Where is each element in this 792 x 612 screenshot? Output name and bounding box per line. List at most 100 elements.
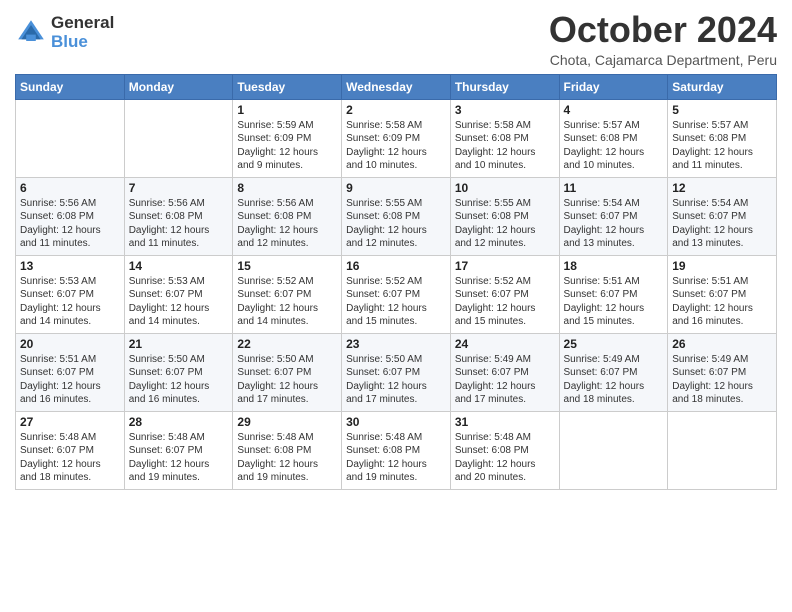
day-cell: 1 Sunrise: 5:59 AM Sunset: 6:09 PM Daylig… <box>233 99 342 177</box>
day-info: Sunrise: 5:52 AM Sunset: 6:07 PM Dayligh… <box>237 275 337 329</box>
day-info: Sunrise: 5:53 AM Sunset: 6:07 PM Dayligh… <box>129 275 229 329</box>
header: General Blue October 2024 Chota, Cajamar… <box>15 10 777 68</box>
col-sunday: Sunday <box>16 74 125 99</box>
day-cell: 8Sunrise: 5:56 AM Sunset: 6:08 PM Daylig… <box>233 177 342 255</box>
day-cell: 20Sunrise: 5:51 AM Sunset: 6:07 PM Dayli… <box>16 333 125 411</box>
day-cell: 5Sunrise: 5:57 AM Sunset: 6:08 PM Daylig… <box>668 99 777 177</box>
day-cell: 29 Sunrise: 5:48 AM Sunset: 6:08 PM Dayli… <box>233 411 342 489</box>
col-monday: Monday <box>124 74 233 99</box>
day-cell: 2 Sunrise: 5:58 AM Sunset: 6:09 PM Daylig… <box>342 99 451 177</box>
day-info: Sunrise: 5:55 AM Sunset: 6:08 PM Dayligh… <box>346 197 446 251</box>
day-number: 26 <box>672 337 772 351</box>
day-number: 1 <box>237 103 337 117</box>
col-friday: Friday <box>559 74 668 99</box>
day-info: Sunrise: 5:59 AM Sunset: 6:09 PM Dayligh… <box>237 119 337 173</box>
col-wednesday: Wednesday <box>342 74 451 99</box>
day-number: 10 <box>455 181 555 195</box>
day-cell <box>124 99 233 177</box>
day-number: 7 <box>129 181 229 195</box>
day-number: 19 <box>672 259 772 273</box>
calendar: Sunday Monday Tuesday Wednesday Thursday… <box>15 74 777 490</box>
day-number: 28 <box>129 415 229 429</box>
day-cell: 6 Sunrise: 5:56 AM Sunset: 6:08 PM Daylig… <box>16 177 125 255</box>
day-info: Sunrise: 5:51 AM Sunset: 6:07 PM Dayligh… <box>672 275 772 329</box>
day-info: Sunrise: 5:50 AM Sunset: 6:07 PM Dayligh… <box>129 353 229 407</box>
day-number: 21 <box>129 337 229 351</box>
week-row-4: 20Sunrise: 5:51 AM Sunset: 6:07 PM Dayli… <box>16 333 777 411</box>
day-number: 3 <box>455 103 555 117</box>
day-info: Sunrise: 5:56 AM Sunset: 6:08 PM Dayligh… <box>20 197 120 251</box>
day-info: Sunrise: 5:55 AM Sunset: 6:08 PM Dayligh… <box>455 197 555 251</box>
month-title: October 2024 <box>549 10 777 50</box>
day-number: 2 <box>346 103 446 117</box>
day-number: 9 <box>346 181 446 195</box>
day-number: 6 <box>20 181 120 195</box>
day-info: Sunrise: 5:56 AM Sunset: 6:08 PM Dayligh… <box>237 197 337 251</box>
day-cell: 27 Sunrise: 5:48 AM Sunset: 6:07 PM Dayli… <box>16 411 125 489</box>
day-info: Sunrise: 5:48 AM Sunset: 6:08 PM Dayligh… <box>346 431 446 485</box>
logo: General Blue <box>15 14 114 51</box>
day-number: 16 <box>346 259 446 273</box>
day-cell: 25 Sunrise: 5:49 AM Sunset: 6:07 PM Dayli… <box>559 333 668 411</box>
day-cell: 13 Sunrise: 5:53 AM Sunset: 6:07 PM Dayli… <box>16 255 125 333</box>
subtitle: Chota, Cajamarca Department, Peru <box>549 52 777 68</box>
week-row-2: 6 Sunrise: 5:56 AM Sunset: 6:08 PM Daylig… <box>16 177 777 255</box>
day-cell: 26Sunrise: 5:49 AM Sunset: 6:07 PM Dayli… <box>668 333 777 411</box>
day-cell <box>668 411 777 489</box>
day-info: Sunrise: 5:54 AM Sunset: 6:07 PM Dayligh… <box>564 197 664 251</box>
day-cell: 22Sunrise: 5:50 AM Sunset: 6:07 PM Dayli… <box>233 333 342 411</box>
page: General Blue October 2024 Chota, Cajamar… <box>0 0 792 612</box>
day-cell: 11 Sunrise: 5:54 AM Sunset: 6:07 PM Dayli… <box>559 177 668 255</box>
day-cell <box>559 411 668 489</box>
day-cell: 9 Sunrise: 5:55 AM Sunset: 6:08 PM Daylig… <box>342 177 451 255</box>
day-info: Sunrise: 5:51 AM Sunset: 6:07 PM Dayligh… <box>20 353 120 407</box>
day-number: 23 <box>346 337 446 351</box>
day-cell <box>16 99 125 177</box>
day-info: Sunrise: 5:50 AM Sunset: 6:07 PM Dayligh… <box>346 353 446 407</box>
day-number: 27 <box>20 415 120 429</box>
day-cell: 16Sunrise: 5:52 AM Sunset: 6:07 PM Dayli… <box>342 255 451 333</box>
day-cell: 28 Sunrise: 5:48 AM Sunset: 6:07 PM Dayli… <box>124 411 233 489</box>
week-row-1: 1 Sunrise: 5:59 AM Sunset: 6:09 PM Daylig… <box>16 99 777 177</box>
logo-general: General <box>51 14 114 33</box>
day-info: Sunrise: 5:58 AM Sunset: 6:09 PM Dayligh… <box>346 119 446 173</box>
day-cell: 3Sunrise: 5:58 AM Sunset: 6:08 PM Daylig… <box>450 99 559 177</box>
day-number: 4 <box>564 103 664 117</box>
day-info: Sunrise: 5:48 AM Sunset: 6:07 PM Dayligh… <box>20 431 120 485</box>
col-saturday: Saturday <box>668 74 777 99</box>
day-info: Sunrise: 5:53 AM Sunset: 6:07 PM Dayligh… <box>20 275 120 329</box>
header-row: Sunday Monday Tuesday Wednesday Thursday… <box>16 74 777 99</box>
day-info: Sunrise: 5:57 AM Sunset: 6:08 PM Dayligh… <box>564 119 664 173</box>
day-cell: 10 Sunrise: 5:55 AM Sunset: 6:08 PM Dayli… <box>450 177 559 255</box>
day-number: 12 <box>672 181 772 195</box>
day-info: Sunrise: 5:49 AM Sunset: 6:07 PM Dayligh… <box>564 353 664 407</box>
day-info: Sunrise: 5:48 AM Sunset: 6:08 PM Dayligh… <box>237 431 337 485</box>
day-cell: 24 Sunrise: 5:49 AM Sunset: 6:07 PM Dayli… <box>450 333 559 411</box>
day-number: 31 <box>455 415 555 429</box>
day-number: 13 <box>20 259 120 273</box>
day-info: Sunrise: 5:49 AM Sunset: 6:07 PM Dayligh… <box>455 353 555 407</box>
day-cell: 14 Sunrise: 5:53 AM Sunset: 6:07 PM Dayli… <box>124 255 233 333</box>
day-info: Sunrise: 5:48 AM Sunset: 6:08 PM Dayligh… <box>455 431 555 485</box>
day-number: 24 <box>455 337 555 351</box>
day-info: Sunrise: 5:57 AM Sunset: 6:08 PM Dayligh… <box>672 119 772 173</box>
week-row-3: 13 Sunrise: 5:53 AM Sunset: 6:07 PM Dayli… <box>16 255 777 333</box>
col-thursday: Thursday <box>450 74 559 99</box>
day-info: Sunrise: 5:51 AM Sunset: 6:07 PM Dayligh… <box>564 275 664 329</box>
day-info: Sunrise: 5:56 AM Sunset: 6:08 PM Dayligh… <box>129 197 229 251</box>
day-number: 25 <box>564 337 664 351</box>
day-info: Sunrise: 5:48 AM Sunset: 6:07 PM Dayligh… <box>129 431 229 485</box>
day-number: 14 <box>129 259 229 273</box>
calendar-header: Sunday Monday Tuesday Wednesday Thursday… <box>16 74 777 99</box>
title-block: October 2024 Chota, Cajamarca Department… <box>549 10 777 68</box>
day-info: Sunrise: 5:54 AM Sunset: 6:07 PM Dayligh… <box>672 197 772 251</box>
day-number: 30 <box>346 415 446 429</box>
day-number: 11 <box>564 181 664 195</box>
day-cell: 12 Sunrise: 5:54 AM Sunset: 6:07 PM Dayli… <box>668 177 777 255</box>
day-info: Sunrise: 5:52 AM Sunset: 6:07 PM Dayligh… <box>455 275 555 329</box>
day-number: 22 <box>237 337 337 351</box>
logo-text: General Blue <box>51 14 114 51</box>
day-number: 29 <box>237 415 337 429</box>
col-tuesday: Tuesday <box>233 74 342 99</box>
day-cell: 19 Sunrise: 5:51 AM Sunset: 6:07 PM Dayli… <box>668 255 777 333</box>
